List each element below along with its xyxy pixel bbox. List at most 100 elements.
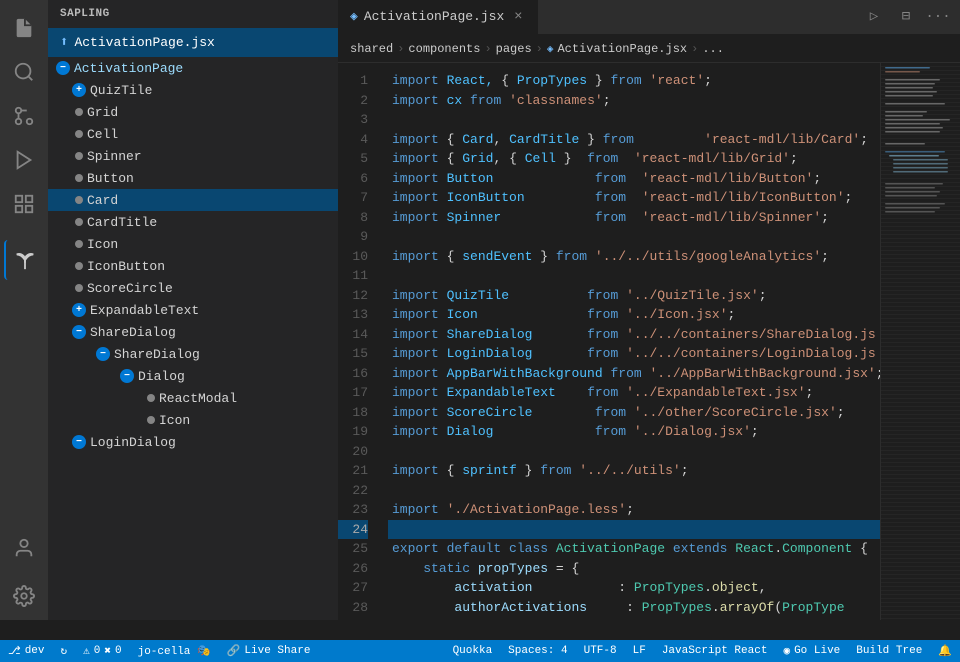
status-errors[interactable]: ⚠ 0 ✖ 0 — [75, 640, 129, 662]
tree-item-scorecircle[interactable]: ScoreCircle ⓘ ⬡ — [48, 277, 338, 299]
status-golive[interactable]: ◉ Go Live — [775, 640, 848, 662]
code-line-6: import Button from 'react-mdl/lib/Button… — [388, 169, 880, 189]
search-icon[interactable] — [4, 52, 44, 92]
tree-item-reactmodal[interactable]: ReactModal — [48, 387, 338, 409]
info-icon[interactable]: ⓘ — [156, 82, 172, 98]
status-notifications[interactable]: 🔔 — [930, 640, 960, 662]
info-icon[interactable]: ⓘ — [177, 280, 193, 296]
source-control-icon[interactable] — [4, 96, 44, 136]
tree-item-button[interactable]: Button — [48, 167, 338, 189]
more-actions-button[interactable]: ··· — [924, 3, 952, 31]
expand-icon[interactable]: + — [72, 83, 86, 97]
tree-item-card[interactable]: Card — [48, 189, 338, 211]
link-icon[interactable]: ⬡ — [207, 60, 223, 76]
link-icon[interactable]: ⬡ — [197, 280, 213, 296]
gear-icon[interactable]: ⚙ — [244, 346, 260, 362]
tree-item-sharedialog-2[interactable]: − ShareDialog ⓘ ⬡ ⚙ — [48, 343, 338, 365]
status-encoding[interactable]: UTF-8 — [576, 640, 625, 662]
tree-label: Icon — [159, 413, 190, 428]
link-icon[interactable]: ⬡ — [176, 82, 192, 98]
liveshare-label: Live Share — [244, 645, 310, 657]
breadcrumb-part-shared[interactable]: shared — [350, 42, 393, 56]
tree-item-sharedialog-1[interactable]: − ShareDialog ⓘ ⬡ ⚙ — [48, 321, 338, 343]
status-quokka[interactable]: Quokka — [445, 640, 501, 662]
info-icon[interactable]: ⓘ — [122, 236, 138, 252]
leaf-dot — [147, 416, 155, 424]
tree-item-grid[interactable]: Grid — [48, 101, 338, 123]
tree-item-expandabletext[interactable]: + ExpandableText ⓘ ⬡ ⚙ — [48, 299, 338, 321]
active-file-tab[interactable]: ⬆ ActivationPage.jsx — [48, 28, 338, 57]
link-icon[interactable]: ⬡ — [200, 324, 216, 340]
tab-close-button[interactable]: × — [510, 9, 526, 25]
info-icon[interactable]: ⓘ — [194, 412, 210, 428]
collapse-icon[interactable]: − — [72, 435, 86, 449]
info-icon[interactable]: ⓘ — [180, 324, 196, 340]
status-eol[interactable]: LF — [625, 640, 654, 662]
collapse-icon[interactable]: − — [56, 61, 70, 75]
link-icon[interactable]: ⬡ — [223, 302, 239, 318]
status-spaces[interactable]: Spaces: 4 — [500, 640, 575, 662]
breadcrumb-part-pages[interactable]: pages — [496, 42, 532, 56]
link-icon[interactable]: ⬡ — [200, 434, 216, 450]
tree-label: CardTitle — [87, 215, 157, 230]
info-icon[interactable]: ⓘ — [204, 346, 220, 362]
tree-item-spinner[interactable]: Spinner — [48, 145, 338, 167]
breadcrumb-part-dots[interactable]: ... — [702, 42, 724, 56]
gear-icon[interactable]: ⚙ — [229, 368, 245, 384]
leaf-dot — [75, 130, 83, 138]
code-line-18: import ScoreCircle from '../other/ScoreC… — [388, 403, 880, 423]
tree-item-cardtitle[interactable]: CardTitle — [48, 211, 338, 233]
settings-icon[interactable] — [4, 576, 44, 616]
code-content[interactable]: import React, { PropTypes } from 'react'… — [388, 63, 880, 620]
status-user[interactable]: jo-cella 🎭 — [130, 640, 219, 662]
tree-item-icon[interactable]: Icon ⓘ ⬡ — [48, 233, 338, 255]
account-icon[interactable] — [4, 528, 44, 568]
breadcrumb-part-filename[interactable]: ActivationPage.jsx — [557, 42, 687, 56]
info-icon[interactable]: ⓘ — [203, 302, 219, 318]
editor-tab[interactable]: ◈ ActivationPage.jsx × — [338, 0, 539, 34]
tree-item-quiztile[interactable]: + QuizTile ⓘ ⬡ — [48, 79, 338, 101]
run-icon[interactable] — [4, 140, 44, 180]
extensions-icon[interactable] — [4, 184, 44, 224]
info-icon[interactable]: ⓘ — [180, 434, 196, 450]
active-filename: ActivationPage.jsx — [74, 35, 214, 50]
status-branch[interactable]: ⎇ dev — [0, 640, 53, 662]
tree-item-icon-2[interactable]: Icon ⓘ ⬡ — [48, 409, 338, 431]
tree-item-activationpage[interactable]: − ActivationPage ⓘ ⬡ ⚙ — [48, 57, 338, 79]
link-icon[interactable]: ⬡ — [224, 346, 240, 362]
run-button[interactable]: ▷ — [860, 3, 888, 31]
tree-label: Cell — [87, 127, 118, 142]
tree-item-iconbutton[interactable]: IconButton — [48, 255, 338, 277]
status-sync[interactable]: ↻ — [53, 640, 76, 662]
leaf-dot — [75, 152, 83, 160]
link-icon[interactable]: ⬡ — [142, 236, 158, 252]
files-icon[interactable] — [4, 8, 44, 48]
status-language[interactable]: JavaScript React — [654, 640, 776, 662]
tree-label: ExpandableText — [90, 303, 199, 318]
collapse-icon[interactable]: − — [96, 347, 110, 361]
collapse-icon[interactable]: − — [120, 369, 134, 383]
collapse-icon[interactable]: − — [72, 325, 86, 339]
gear-icon[interactable]: ⚙ — [220, 434, 236, 450]
gear-icon[interactable]: ⚙ — [243, 302, 259, 318]
link-icon[interactable]: ⬡ — [209, 368, 225, 384]
bell-icon: 🔔 — [938, 644, 952, 658]
expand-icon[interactable]: + — [72, 303, 86, 317]
tree-item-cell[interactable]: Cell — [48, 123, 338, 145]
status-buildtree[interactable]: Build Tree — [848, 640, 930, 662]
quokka-label: Quokka — [453, 645, 493, 657]
split-editor-button[interactable]: ⊟ — [892, 3, 920, 31]
gear-icon[interactable]: ⚙ — [220, 324, 236, 340]
tree-item-dialog[interactable]: − Dialog ⓘ ⬡ ⚙ — [48, 365, 338, 387]
tree-label: QuizTile — [90, 83, 152, 98]
info-icon[interactable]: ⓘ — [189, 368, 205, 384]
tree-item-logindialog[interactable]: − LoginDialog ⓘ ⬡ ⚙ — [48, 431, 338, 453]
breadcrumb-part-components[interactable]: components — [408, 42, 480, 56]
gear-icon[interactable]: ⚙ — [227, 60, 243, 76]
status-liveshare[interactable]: 🔗 Live Share — [219, 640, 319, 662]
minimap-content — [881, 63, 960, 620]
sapling-icon[interactable] — [4, 240, 44, 280]
link-icon[interactable]: ⬡ — [214, 412, 230, 428]
info-icon[interactable]: ⓘ — [187, 60, 203, 76]
code-line-25: export default class ActivationPage exte… — [388, 539, 880, 559]
